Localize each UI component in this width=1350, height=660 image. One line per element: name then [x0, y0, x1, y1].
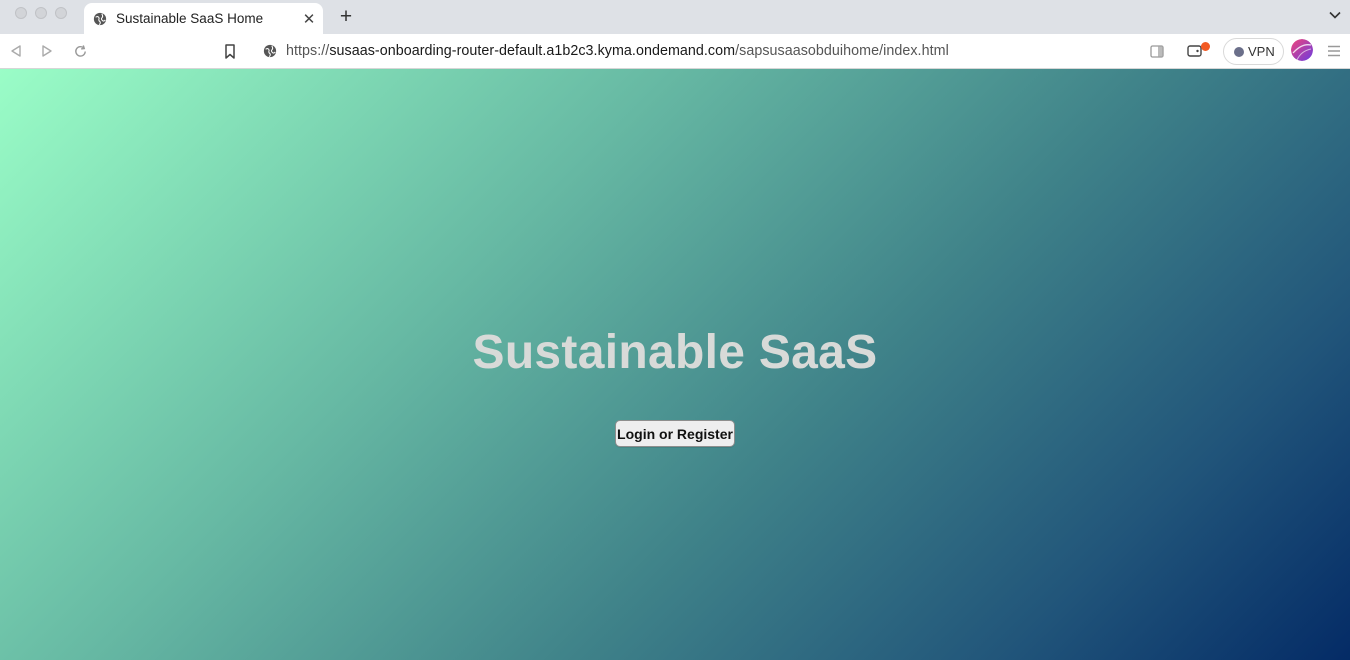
- site-info-icon[interactable]: [263, 44, 277, 58]
- reload-icon[interactable]: [71, 42, 89, 60]
- url-scheme: https://: [286, 43, 330, 59]
- vpn-label: VPN: [1248, 44, 1275, 59]
- vpn-button[interactable]: VPN: [1223, 38, 1284, 65]
- globe-icon: [93, 12, 107, 25]
- page-title: Sustainable SaaS: [472, 326, 878, 379]
- tab-strip: Sustainable SaaS Home ✕ +: [0, 0, 1350, 34]
- notification-badge: [1201, 42, 1210, 51]
- profile-avatar[interactable]: [1291, 39, 1313, 61]
- page-content: Sustainable SaaS Login or Register: [0, 69, 1350, 660]
- back-icon[interactable]: [7, 42, 25, 60]
- maximize-window-button[interactable]: [55, 7, 67, 19]
- bookmark-icon[interactable]: [221, 42, 239, 60]
- forward-icon[interactable]: [38, 42, 56, 60]
- address-bar[interactable]: https://susaas-onboarding-router-default…: [252, 37, 1063, 65]
- tab-title: Sustainable SaaS Home: [116, 11, 264, 26]
- url-path: /sapsusaasobduihome/index.html: [735, 43, 949, 59]
- browser-toolbar: https://susaas-onboarding-router-default…: [0, 34, 1350, 69]
- new-tab-button[interactable]: +: [335, 5, 357, 28]
- tab-close-icon[interactable]: ✕: [298, 8, 320, 30]
- url-host: susaas-onboarding-router-default.a1b2c3.…: [329, 43, 736, 59]
- url-text: https://susaas-onboarding-router-default…: [286, 43, 949, 59]
- close-window-button[interactable]: [15, 7, 27, 19]
- sidebar-icon[interactable]: [1148, 42, 1166, 60]
- menu-icon[interactable]: [1325, 42, 1343, 60]
- vpn-status-icon: [1234, 46, 1244, 57]
- chevron-down-icon[interactable]: [1328, 8, 1342, 22]
- minimize-window-button[interactable]: [35, 7, 47, 19]
- browser-tab[interactable]: Sustainable SaaS Home ✕: [84, 3, 323, 34]
- login-register-button[interactable]: Login or Register: [615, 420, 735, 447]
